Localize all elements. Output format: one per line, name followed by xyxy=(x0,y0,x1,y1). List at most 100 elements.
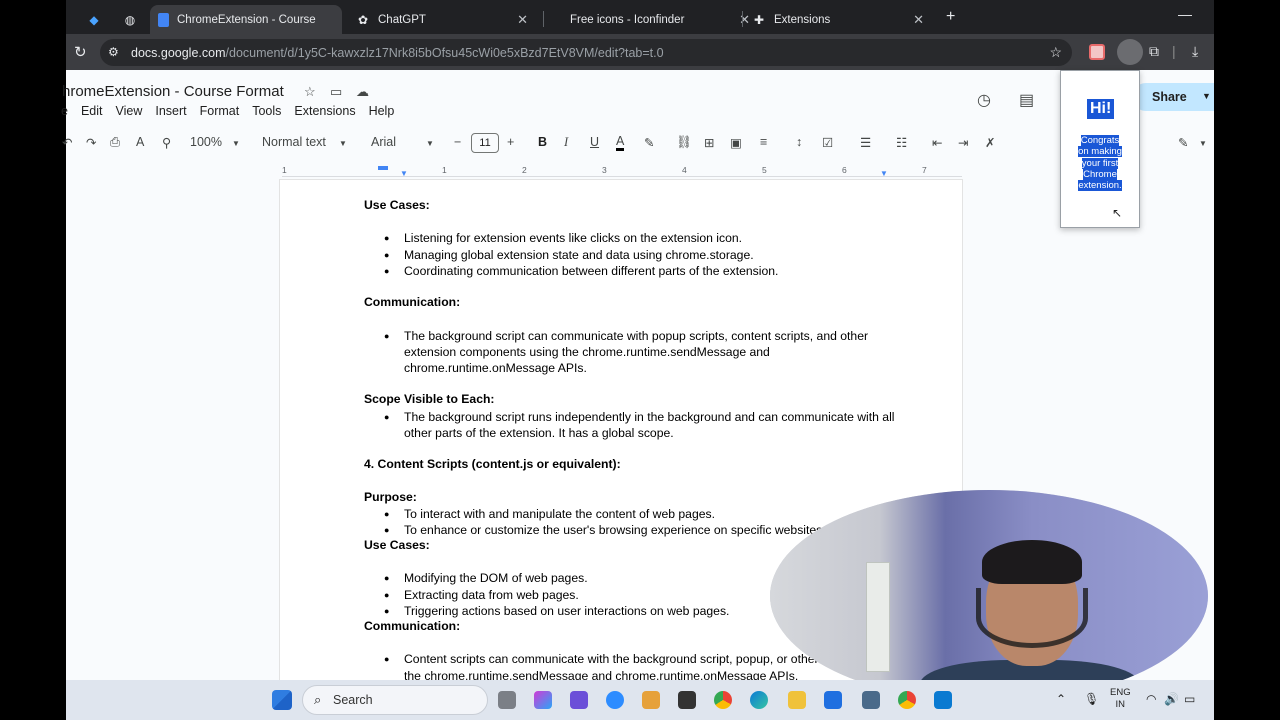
chrome-icon[interactable] xyxy=(714,691,732,709)
puzzle-icon: ✚ xyxy=(753,12,765,27)
ruler-number: 1 xyxy=(442,165,447,175)
print-icon[interactable]: ⎙ xyxy=(110,135,120,150)
battery-icon[interactable]: ▭ xyxy=(1184,692,1195,706)
windows-start-icon[interactable] xyxy=(272,690,292,710)
menu-format[interactable]: Format xyxy=(200,104,240,118)
menu-view[interactable]: View xyxy=(116,104,143,118)
copilot-icon[interactable] xyxy=(534,691,552,709)
tab-chatgpt[interactable]: ✿ ChatGPT ✕ xyxy=(348,5,538,34)
clear-formatting-icon[interactable]: ✗ xyxy=(985,135,995,150)
reload-icon[interactable]: ↻ xyxy=(74,43,87,61)
spellcheck-icon[interactable]: A xyxy=(136,135,144,149)
star-icon[interactable]: ☆ xyxy=(304,84,316,100)
increase-font-size-button[interactable]: + xyxy=(507,135,514,149)
zoom-select[interactable]: 100% xyxy=(190,135,222,149)
close-icon[interactable]: ✕ xyxy=(517,12,528,28)
extension-icon[interactable] xyxy=(1089,44,1105,60)
docs-header: hromeExtension - Course Format ☆ ▭ ☁ e E… xyxy=(61,70,1214,180)
menu-insert[interactable]: Insert xyxy=(155,104,186,118)
extensions-puzzle-icon[interactable]: ⧉ xyxy=(1149,43,1159,60)
chevron-down-icon[interactable]: ▼ xyxy=(339,139,347,148)
increase-indent-icon[interactable]: ⇥ xyxy=(958,135,968,150)
site-info-icon[interactable]: ⚙ xyxy=(108,45,119,59)
editing-mode-icon[interactable]: ✎ xyxy=(1178,135,1188,150)
italic-button[interactable]: I xyxy=(564,135,568,150)
font-select[interactable]: Arial xyxy=(371,135,396,149)
format-toolbar: ↶ ↷ ⎙ A ⚲ 100% ▼ Normal text ▼ Arial ▼ −… xyxy=(62,130,1214,158)
file-explorer-icon[interactable] xyxy=(788,691,806,709)
vscode-icon[interactable] xyxy=(934,691,952,709)
tab-extensions[interactable]: ✚ Extensions ✕ xyxy=(744,5,934,34)
style-select[interactable]: Normal text xyxy=(262,135,326,149)
todo-icon[interactable] xyxy=(824,691,842,709)
insert-image-icon[interactable]: ▣ xyxy=(730,135,742,150)
task-view-icon[interactable] xyxy=(498,691,516,709)
language-indicator[interactable]: ENG IN xyxy=(1110,687,1131,711)
line-spacing-icon[interactable]: ↕ xyxy=(796,135,802,149)
bulleted-list-icon[interactable]: ☰ xyxy=(860,135,871,150)
add-comment-icon[interactable]: ⊞ xyxy=(704,135,714,150)
version-history-icon[interactable]: ◷ xyxy=(977,90,991,110)
tab-pinned-1[interactable]: ◆ xyxy=(80,5,108,34)
close-icon[interactable]: ✕ xyxy=(913,12,924,28)
chevron-down-icon[interactable]: ▼ xyxy=(426,139,434,148)
underline-button[interactable]: U xyxy=(590,135,599,149)
teams-icon[interactable] xyxy=(570,691,588,709)
text-color-button[interactable]: A xyxy=(616,135,625,151)
app-icon[interactable] xyxy=(862,691,880,709)
zoom-icon[interactable] xyxy=(606,691,624,709)
app-icon[interactable] xyxy=(642,691,660,709)
decrease-font-size-button[interactable]: − xyxy=(454,135,461,149)
heading: Use Cases: xyxy=(364,198,430,212)
right-indent-marker[interactable]: ▼ xyxy=(880,169,888,178)
app-icon[interactable] xyxy=(678,691,696,709)
wifi-icon[interactable]: ◠ xyxy=(1146,692,1156,706)
microphone-icon[interactable]: 🎙 xyxy=(1084,692,1099,706)
bug-extension-icon[interactable] xyxy=(1117,39,1143,65)
menu-edit[interactable]: Edit xyxy=(81,104,103,118)
ruler-number: 5 xyxy=(762,165,767,175)
font-size-input[interactable]: 11 xyxy=(471,133,499,153)
bold-button[interactable]: B xyxy=(538,135,547,149)
extension-popup[interactable]: Hi! Congrats on making your first Chrome… xyxy=(1060,70,1140,228)
volume-icon[interactable]: 🔊 xyxy=(1164,692,1179,706)
menu-extensions[interactable]: Extensions xyxy=(294,104,355,118)
browser-toolbar: ↻ ⚙ docs.google.com/document/d/1y5C-kawx… xyxy=(66,34,1214,70)
chevron-down-icon[interactable]: ▼ xyxy=(1199,139,1207,148)
comments-icon[interactable]: ▤ xyxy=(1019,90,1034,110)
decrease-indent-icon[interactable]: ⇤ xyxy=(932,135,942,150)
tab-chromeextension[interactable]: ChromeExtension - Course Form xyxy=(150,5,342,34)
tab-iconfinder[interactable]: Free icons - Iconfinder ✕ xyxy=(562,5,750,34)
bookmark-star-icon[interactable]: ☆ xyxy=(1049,44,1062,61)
ruler[interactable]: 1 1 2 3 4 5 6 7 ▼ ▼ xyxy=(282,165,962,178)
menu-file[interactable]: e xyxy=(61,104,68,118)
minimize-button[interactable]: — xyxy=(1178,6,1192,22)
link-icon[interactable]: ⛓ xyxy=(676,135,692,150)
checklist-icon[interactable]: ☑ xyxy=(822,135,833,150)
chevron-down-icon[interactable]: ▼ xyxy=(232,139,240,148)
taskbar-search[interactable]: ⌕ Search xyxy=(302,685,488,715)
menu-help[interactable]: Help xyxy=(369,104,395,118)
document-title[interactable]: hromeExtension - Course Format xyxy=(62,83,284,100)
numbered-list-icon[interactable]: ☷ xyxy=(896,135,907,150)
tab-pinned-2[interactable]: ◍ xyxy=(116,5,144,34)
ruler-number: 3 xyxy=(602,165,607,175)
paint-format-icon[interactable]: ⚲ xyxy=(162,135,171,150)
undo-icon[interactable]: ↶ xyxy=(62,135,72,150)
edge-icon[interactable] xyxy=(750,691,768,709)
move-folder-icon[interactable]: ▭ xyxy=(330,84,342,100)
ruler-number: 4 xyxy=(682,165,687,175)
new-tab-button[interactable]: + xyxy=(946,8,955,26)
menu-tools[interactable]: Tools xyxy=(252,104,281,118)
download-icon[interactable]: ⤓ xyxy=(1192,43,1198,60)
align-icon[interactable]: ≡ xyxy=(760,135,767,149)
highlight-icon[interactable]: ✎ xyxy=(644,135,654,150)
show-hidden-icons[interactable]: ⌃ xyxy=(1056,692,1066,706)
taskbar: ⌕ Search ⌃ 🎙 ENG IN ◠ 🔊 ▭ xyxy=(66,680,1214,720)
left-indent-marker[interactable]: ▼ xyxy=(400,169,408,178)
chrome-active-icon[interactable] xyxy=(898,691,916,709)
redo-icon[interactable]: ↷ xyxy=(86,135,96,150)
chevron-down-icon[interactable]: ▼ xyxy=(1202,91,1211,101)
first-line-indent-marker[interactable] xyxy=(378,166,388,170)
address-bar[interactable]: ⚙ docs.google.com/document/d/1y5C-kawxzl… xyxy=(100,39,1072,66)
